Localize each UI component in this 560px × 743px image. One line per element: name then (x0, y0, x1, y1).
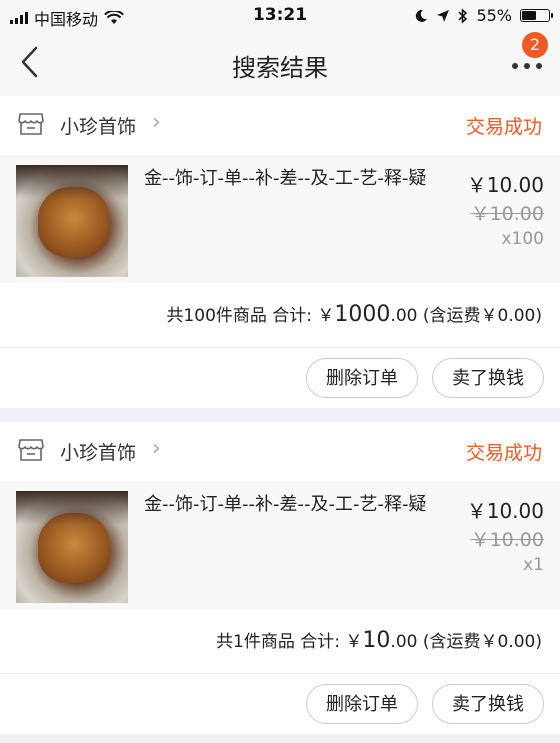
chevron-right-icon[interactable]: › (152, 110, 161, 135)
summary-count: 共100件商品 合计: ￥ (166, 306, 335, 326)
battery-icon (520, 9, 553, 22)
order-card: 小珍首饰 › 交易成功 金--饰-订-单--补-差--及-工-艺-释-疑 ￥10… (0, 422, 560, 734)
order-actions: 删除订单 卖了换钱 (0, 674, 560, 734)
summary-shipping: (含运费￥0.00) (417, 306, 542, 326)
location-arrow-icon (437, 9, 450, 22)
summary-text: 共1件商品 合计: ￥10.00 (含运费￥0.00) (216, 627, 542, 653)
order-status: 交易成功 (465, 116, 542, 138)
order-header: 小珍首饰 › 交易成功 (0, 96, 560, 157)
summary-shipping: (含运费￥0.00) (417, 632, 542, 652)
product-thumbnail[interactable] (16, 165, 128, 277)
order-summary: 共100件商品 合计: ￥1000.00 (含运费￥0.00) (0, 283, 560, 348)
delete-order-button[interactable]: 删除订单 (306, 358, 418, 398)
battery-percent: 55% (476, 6, 512, 25)
product-price: ￥10.00 (466, 173, 544, 197)
product-quantity: x1 (523, 555, 544, 575)
page-title: 搜索结果 (232, 54, 328, 82)
more-icon[interactable] (512, 56, 542, 76)
order-header: 小珍首饰 › 交易成功 (0, 422, 560, 483)
product-quantity: x100 (501, 229, 544, 249)
product-title: 金--饰-订-单--补-差--及-工-艺-释-疑 (144, 168, 427, 189)
status-right: 55% (414, 6, 553, 25)
product-original-price: ￥10.00 (470, 529, 544, 551)
shop-icon (18, 439, 44, 461)
product-title: 金--饰-订-单--补-差--及-工-艺-释-疑 (144, 494, 427, 515)
order-item[interactable]: 金--饰-订-单--补-差--及-工-艺-释-疑 ￥10.00 ￥10.00 x… (0, 157, 560, 283)
divider (0, 408, 560, 422)
summary-amount: 1000 (334, 302, 391, 327)
sell-button[interactable]: 卖了换钱 (432, 684, 544, 724)
product-thumbnail[interactable] (16, 491, 128, 603)
order-card: 小珍首饰 › 交易成功 金--饰-订-单--补-差--及-工-艺-释-疑 ￥10… (0, 96, 560, 408)
product-price: ￥10.00 (466, 499, 544, 523)
bluetooth-icon (458, 7, 468, 24)
order-actions: 删除订单 卖了换钱 (0, 348, 560, 408)
summary-count: 共1件商品 合计: ￥ (216, 632, 363, 652)
summary-amount-decimal: .00 (390, 306, 418, 326)
summary-text: 共100件商品 合计: ￥1000.00 (含运费￥0.00) (166, 301, 542, 327)
sell-button[interactable]: 卖了换钱 (432, 358, 544, 398)
order-status: 交易成功 (465, 442, 542, 464)
shop-icon (18, 113, 44, 135)
status-bar: 中国移动 13:21 55% (0, 0, 560, 30)
chevron-right-icon[interactable]: › (152, 436, 161, 461)
order-item[interactable]: 金--饰-订-单--补-差--及-工-艺-释-疑 ￥10.00 ￥10.00 x… (0, 483, 560, 609)
notification-badge: 2 (522, 32, 548, 58)
shop-name[interactable]: 小珍首饰 (60, 438, 136, 465)
delete-order-button[interactable]: 删除订单 (306, 684, 418, 724)
product-original-price: ￥10.00 (470, 203, 544, 225)
summary-amount-decimal: .00 (390, 632, 418, 652)
shop-name[interactable]: 小珍首饰 (60, 112, 136, 139)
summary-amount: 10 (362, 628, 391, 653)
nav-bar: 搜索结果 2 (0, 30, 560, 96)
order-summary: 共1件商品 合计: ￥10.00 (含运费￥0.00) (0, 609, 560, 674)
battery-level (522, 11, 536, 20)
moon-icon (416, 9, 428, 22)
